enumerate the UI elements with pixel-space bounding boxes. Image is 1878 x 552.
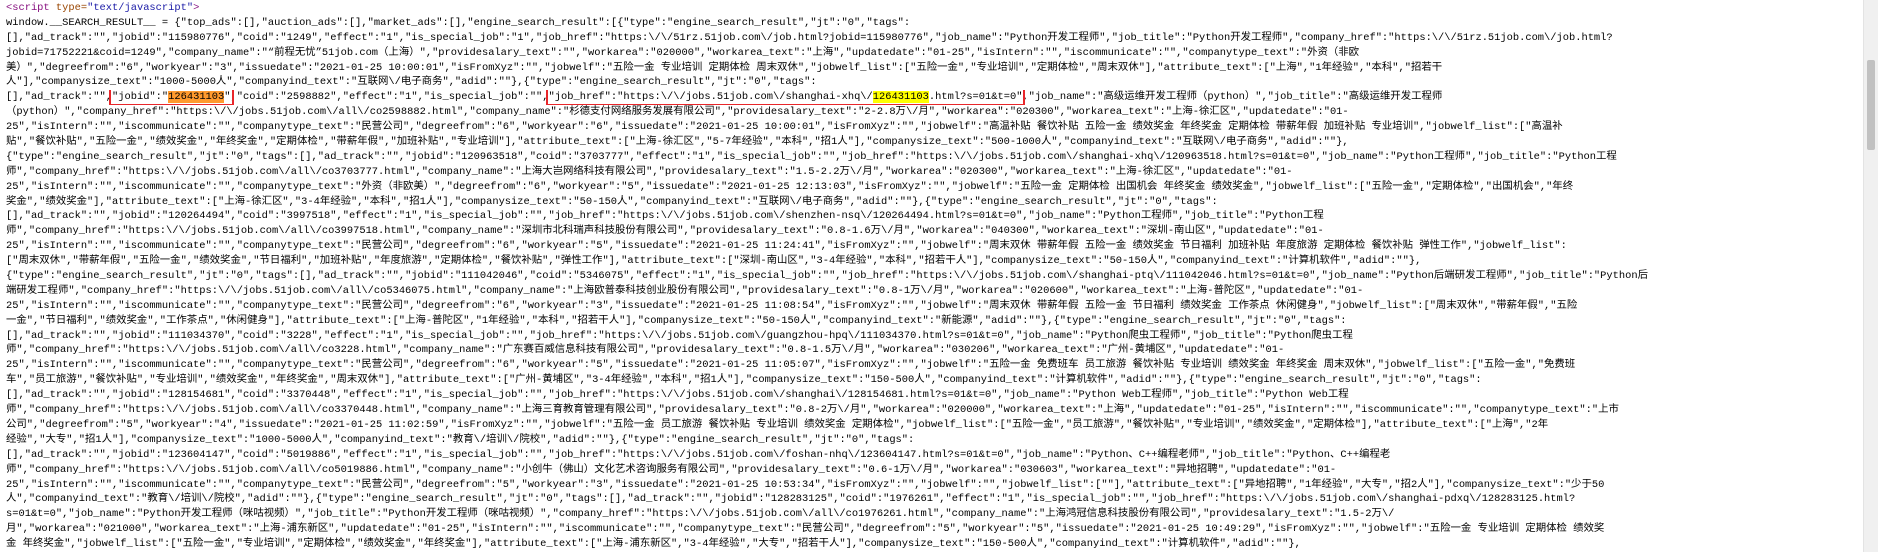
code-line: [],"ad_track":"","jobid":"123604147","co… [6, 448, 1391, 461]
code-line: 美）","degreefrom":"6","workyear":"3","iss… [6, 61, 1443, 74]
code-segment: ,"job_name":"高级运维开发工程师（python）","job_tit… [1022, 91, 1443, 104]
code-line: s=01&t=0","job_name":"Python开发工程师（咪咕视频）"… [6, 508, 1395, 521]
code-line: 经验","大专","招1人"],"companysize_text":"1000… [6, 433, 915, 446]
code-line: 师","company_href":"https:\/\/jobs.51job.… [6, 225, 1324, 238]
script-tag-close: > [193, 2, 200, 14]
code-line: 师","company_href":"https:\/\/jobs.51job.… [6, 463, 1337, 476]
code-line-highlighted: [],"ad_track":"","jobid":"126431103","co… [6, 90, 1862, 106]
code-segment: [],"ad_track":"", [6, 91, 113, 104]
code-line: 25","isIntern":"","iscommunicate":"","co… [6, 240, 1567, 253]
source-view: <script type="text/javascript"> window._… [6, 1, 1862, 552]
code-line: 月","workarea":"021000","workarea_text":"… [6, 523, 1605, 536]
vertical-scrollbar[interactable] [1863, 0, 1878, 552]
script-open-tag: <script type="text/javascript"> [6, 1, 1862, 16]
code-line: 25","isIntern":"","iscommunicate":"","co… [6, 121, 1563, 134]
code-line: window.__SEARCH_RESULT__ = {"top_ads":[]… [6, 16, 911, 29]
highlighted-jobid: 126431103 [872, 91, 929, 104]
code-line: 车","员工旅游","餐饮补贴","专业培训","绩效奖金","年终奖金","周… [6, 374, 1482, 387]
code-line: 贴","餐饮补贴","五险一金","绩效奖金","年终奖金","定期体检","带… [6, 136, 1349, 149]
code-line: [],"ad_track":"","jobid":"115980776","co… [6, 31, 1613, 44]
code-line: （python）","company_href":"https:\/\/jobs… [6, 106, 1349, 119]
code-segment: .html?s=01&t=0" [928, 91, 1023, 104]
code-line: [],"ad_track":"","jobid":"111034370","co… [6, 329, 1353, 342]
code-line: 端研发工程师","company_href":"https:\/\/jobs.5… [6, 284, 1364, 297]
code-line: {"type":"engine_search_result","jt":"0",… [6, 150, 1617, 163]
code-line: {"type":"engine_search_result","jt":"0",… [6, 270, 1648, 283]
code-segment: ,"coid":"2598882","effect":"1","is_speci… [230, 91, 549, 104]
jobid-annotation-box: "jobid":"126431103" [109, 90, 234, 106]
code-line: jobid=71752221&coid=1249","company_name"… [6, 46, 1360, 59]
code-line: 奖金","绩效奖金"],"attribute_text":["上海-徐汇区","… [6, 195, 1218, 208]
script-type-attr: type= [49, 2, 88, 14]
code-line: 人","companyind_text":"教育\/培训\/院校","adid"… [6, 493, 1576, 506]
code-line: 25","isIntern":"","iscommunicate":"","co… [6, 180, 1574, 193]
code-line: 25","isIntern":"","iscommunicate":"","co… [6, 478, 1605, 491]
code-line: 师","company_href":"https:\/\/jobs.51job.… [6, 165, 1293, 178]
script-tag-name: <script [6, 2, 50, 14]
code-segment: "jobid":" [112, 91, 169, 104]
job-href-annotation-box: "job_href":"https:\/\/jobs.51job.com\/sh… [545, 90, 1026, 106]
code-line: [],"ad_track":"","jobid":"120264494","co… [6, 210, 1324, 223]
code-line: [],"ad_track":"","jobid":"128154681","co… [6, 389, 1349, 402]
code-line: 金 年终奖金","jobwelf_list":["五险一金","专业培训","定… [6, 538, 1301, 551]
scrollbar-thumb[interactable] [1867, 60, 1875, 150]
code-line: 25","isIntern":"","iscommunicate":"","co… [6, 299, 1578, 312]
code-segment: "job_href":"https:\/\/jobs.51job.com\/sh… [548, 91, 873, 104]
code-line: ["周末双休","带薪年假","五险一金","绩效奖金","节日福利","加班补… [6, 255, 1422, 268]
script-type-value: "text/javascript" [87, 2, 194, 14]
code-line: 一金","节日福利","绩效奖金","工作茶点","休闲健身"],"attrib… [6, 314, 1347, 327]
code-line: 公司","degreefrom":"5","workyear":"4","iss… [6, 418, 1549, 431]
code-line: 师","company_href":"https:\/\/jobs.51job.… [6, 344, 1285, 357]
code-line: 25","isIntern":"","iscommunicate":"","co… [6, 359, 1576, 372]
highlighted-jobid: 126431103 [168, 91, 225, 104]
code-line: 人"],"companysize_text":"1000-5000人","com… [6, 76, 817, 89]
code-line: 师","company_href":"https:\/\/jobs.51job.… [6, 404, 1619, 417]
